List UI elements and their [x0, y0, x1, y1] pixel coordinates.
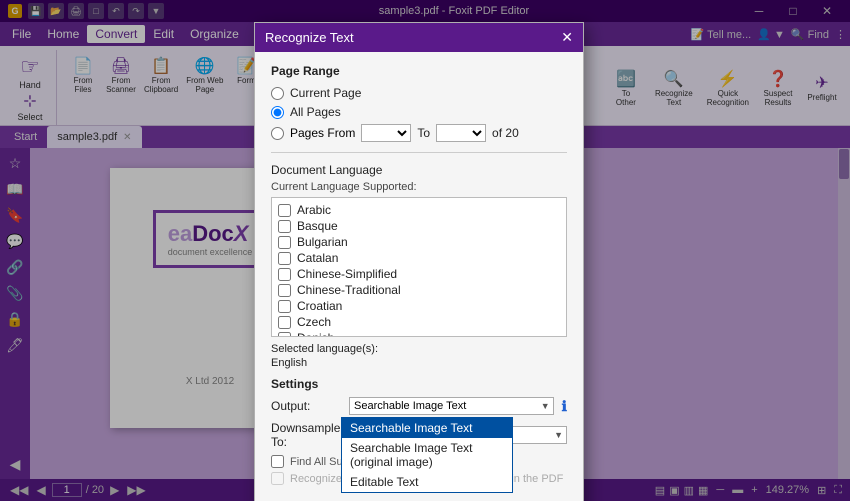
all-pages-radio[interactable]: [271, 106, 284, 119]
lang-chinese-simplified: Chinese-Simplified: [278, 266, 560, 282]
selected-lang-label: Selected language(s):: [271, 343, 567, 355]
current-page-radio[interactable]: [271, 87, 284, 100]
downsample-label: Downsample To:: [271, 421, 341, 449]
recognize-line-checkbox[interactable]: [271, 472, 284, 485]
dialog-overlay: Recognize Text ✕ Page Range Current Page…: [0, 0, 850, 501]
lang-arabic-label: Arabic: [297, 203, 331, 217]
pages-from-radio[interactable]: [271, 127, 284, 140]
settings-label: Settings: [271, 377, 567, 391]
lang-danish-label: Danish: [297, 331, 334, 336]
lang-catalan-label: Catalan: [297, 251, 338, 265]
lang-arabic-checkbox[interactable]: [278, 204, 291, 217]
of-label: of 20: [492, 126, 519, 140]
output-select-wrapper: Searchable Image Text Searchable Image T…: [349, 397, 554, 415]
language-list[interactable]: Arabic Basque Bulgarian Catalan: [272, 198, 566, 336]
output-select[interactable]: Searchable Image Text Searchable Image T…: [349, 397, 554, 415]
lang-czech: Czech: [278, 314, 560, 330]
lang-chinese-simplified-label: Chinese-Simplified: [297, 267, 397, 281]
dropdown-item-searchable-original[interactable]: Searchable Image Text (original image): [342, 438, 512, 472]
all-pages-label: All Pages: [290, 105, 341, 119]
all-pages-row: All Pages: [271, 105, 567, 119]
pages-to-select[interactable]: [436, 124, 486, 142]
dialog-body: Page Range Current Page All Pages Pages …: [255, 52, 583, 501]
selected-lang-value: English: [271, 357, 567, 369]
dropdown-item-searchable[interactable]: Searchable Image Text: [342, 418, 512, 438]
current-page-label: Current Page: [290, 86, 361, 100]
current-page-row: Current Page: [271, 86, 567, 100]
page-range-options: Current Page All Pages Pages From To: [271, 86, 567, 142]
dialog-close-button[interactable]: ✕: [561, 29, 573, 46]
lang-chinese-traditional: Chinese-Traditional: [278, 282, 560, 298]
page-range-label: Page Range: [271, 64, 567, 78]
lang-arabic: Arabic: [278, 202, 560, 218]
lang-croatian-label: Croatian: [297, 299, 342, 313]
lang-danish: Danish: [278, 330, 560, 336]
lang-chinese-simplified-checkbox[interactable]: [278, 268, 291, 281]
language-list-container: Arabic Basque Bulgarian Catalan: [271, 197, 567, 337]
lang-croatian: Croatian: [278, 298, 560, 314]
to-label: To: [417, 126, 430, 140]
lang-catalan: Catalan: [278, 250, 560, 266]
lang-bulgarian-label: Bulgarian: [297, 235, 348, 249]
dialog-title: Recognize Text: [265, 30, 354, 45]
recognize-text-dialog: Recognize Text ✕ Page Range Current Page…: [254, 22, 584, 501]
document-language-label: Document Language: [271, 163, 567, 177]
pages-from-label: Pages From: [290, 126, 355, 140]
pages-from-select[interactable]: [361, 124, 411, 142]
lang-basque-checkbox[interactable]: [278, 220, 291, 233]
dialog-title-bar: Recognize Text ✕: [255, 23, 583, 52]
dropdown-item-editable[interactable]: Editable Text: [342, 472, 512, 492]
divider-1: [271, 152, 567, 153]
output-row: Output: Searchable Image Text Searchable…: [271, 397, 567, 415]
lang-czech-checkbox[interactable]: [278, 316, 291, 329]
output-label: Output:: [271, 399, 341, 413]
pages-from-row: Pages From To of 20: [271, 124, 567, 142]
lang-danish-checkbox[interactable]: [278, 332, 291, 337]
lang-chinese-traditional-checkbox[interactable]: [278, 284, 291, 297]
find-suspect-checkbox[interactable]: [271, 455, 284, 468]
lang-croatian-checkbox[interactable]: [278, 300, 291, 313]
lang-chinese-traditional-label: Chinese-Traditional: [297, 283, 401, 297]
info-icon[interactable]: ℹ: [562, 398, 567, 415]
lang-basque-label: Basque: [297, 219, 338, 233]
output-dropdown-popup: Searchable Image Text Searchable Image T…: [341, 417, 513, 493]
lang-catalan-checkbox[interactable]: [278, 252, 291, 265]
lang-bulgarian: Bulgarian: [278, 234, 560, 250]
lang-bulgarian-checkbox[interactable]: [278, 236, 291, 249]
lang-basque: Basque: [278, 218, 560, 234]
current-lang-supported-label: Current Language Supported:: [271, 181, 567, 193]
lang-czech-label: Czech: [297, 315, 331, 329]
